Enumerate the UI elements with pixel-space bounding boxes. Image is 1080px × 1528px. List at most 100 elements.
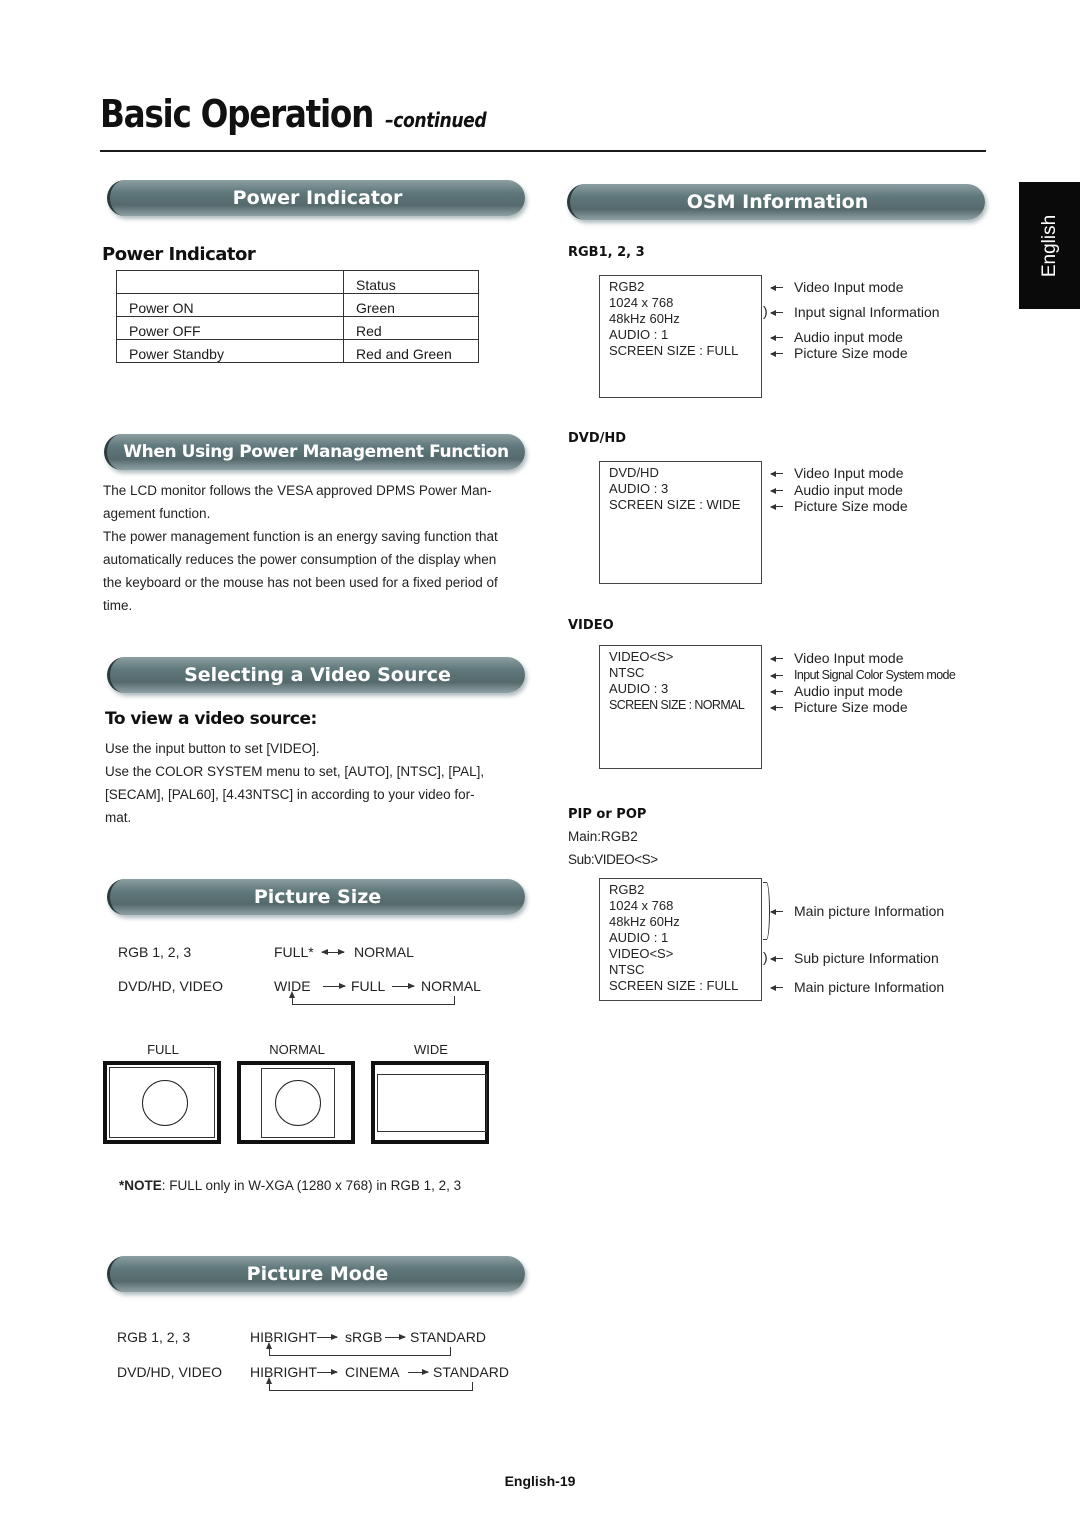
banner-label: When Using Power Management Function <box>123 442 509 462</box>
screen-diagram-full <box>103 1061 221 1144</box>
diagram-label-normal: NORMAL <box>269 1042 325 1057</box>
osm-callout: Main picture Information <box>794 979 945 995</box>
page-title: Basic Operation –continued <box>100 92 487 136</box>
table-cell: Power OFF <box>116 316 344 340</box>
picture-mode-source-label: RGB 1, 2, 3 <box>117 1329 191 1345</box>
paragraph-line: [SECAM], [PAL60], [4.43NTSC] in accordin… <box>105 787 475 802</box>
power-indicator-table: Status Power ON Green Power OFF Red Powe… <box>116 270 479 363</box>
diagram-label-full: FULL <box>147 1042 179 1057</box>
paragraph-line: The LCD monitor follows the VESA approve… <box>103 483 492 498</box>
picture-size-source-label: DVD/HD, VIDEO <box>118 978 224 994</box>
osm-display-box: VIDEO<S> NTSC AUDIO : 3 SCREEN SIZE : NO… <box>599 645 762 769</box>
title-divider <box>100 150 986 152</box>
table-cell: Red <box>343 316 479 340</box>
paragraph-line: the keyboard or the mouse has not been u… <box>103 575 498 590</box>
paragraph-line: The power management function is an ener… <box>103 529 498 544</box>
osm-line: AUDIO : 1 <box>609 930 669 945</box>
osm-callout: Sub picture Information <box>794 950 939 966</box>
cycle-loop-line <box>269 1347 451 1356</box>
osm-callout: Picture Size mode <box>794 345 908 361</box>
paragraph-line: Use the input button to set [VIDEO]. <box>105 741 320 756</box>
cycle-loop-line <box>292 996 455 1005</box>
left-arrow-icon <box>770 284 783 291</box>
circle-shape <box>142 1080 188 1126</box>
up-arrow-icon <box>289 991 295 998</box>
osm-line: NTSC <box>609 962 645 977</box>
osm-display-box: RGB2 1024 x 768 48kHz 60Hz AUDIO : 1 SCR… <box>599 275 762 398</box>
up-arrow-icon <box>266 1342 272 1349</box>
osm-line: RGB2 <box>609 279 645 294</box>
note-text: : FULL only in W-XGA (1280 x 768) in RGB… <box>161 1178 462 1193</box>
left-arrow-icon <box>770 984 783 991</box>
left-arrow-icon <box>770 334 783 341</box>
osm-callout: Video Input mode <box>794 465 904 481</box>
osm-line: AUDIO : 1 <box>609 327 669 342</box>
osm-line: AUDIO : 3 <box>609 481 669 496</box>
table-row: Power OFF Red <box>116 316 479 340</box>
osm-callout: Main picture Information <box>794 903 945 919</box>
brace-icon <box>763 882 770 940</box>
pip-main-source: Main:RGB2 <box>568 829 638 844</box>
osm-section-heading: VIDEO <box>568 618 614 633</box>
left-arrow-icon <box>770 655 783 662</box>
table-cell: Red and Green <box>343 339 479 363</box>
right-arrow-icon <box>385 1334 406 1340</box>
osm-callout: Video Input mode <box>794 650 904 666</box>
table-row: Power Standby Red and Green <box>116 339 479 363</box>
banner-label: Power Indicator <box>232 187 403 209</box>
video-source-subhead: To view a video source: <box>105 709 317 729</box>
left-arrow-icon <box>770 470 783 477</box>
banner-label: Selecting a Video Source <box>184 664 451 686</box>
banner-label: OSM Information <box>686 191 869 213</box>
left-arrow-icon <box>770 672 783 679</box>
osm-line: SCREEN SIZE : FULL <box>609 978 739 993</box>
osm-callout: Audio input mode <box>794 329 903 345</box>
table-cell: Power ON <box>116 293 344 317</box>
osm-callout: Audio input mode <box>794 482 903 498</box>
table-row: Power ON Green <box>116 293 479 317</box>
picture-size-source-label: RGB 1, 2, 3 <box>118 944 192 960</box>
picture-size-mode: FULL <box>351 978 386 994</box>
osm-callout: Picture Size mode <box>794 699 908 715</box>
osm-display-box: RGB2 1024 x 768 48kHz 60Hz AUDIO : 1 VID… <box>599 878 762 1001</box>
osm-callout: Input signal Information <box>794 304 940 320</box>
osm-line: AUDIO : 3 <box>609 681 669 696</box>
osm-display-box: DVD/HD AUDIO : 3 SCREEN SIZE : WIDE <box>599 461 762 584</box>
left-arrow-icon <box>770 350 783 357</box>
paragraph-line: Use the COLOR SYSTEM menu to set, [AUTO]… <box>105 764 485 779</box>
picture-mode-option: CINEMA <box>345 1364 400 1380</box>
osm-line: SCREEN SIZE : FULL <box>609 343 739 358</box>
picture-size-note: *NOTE: FULL only in W-XGA (1280 x 768) i… <box>119 1178 461 1193</box>
language-tab: English <box>1019 182 1080 309</box>
picture-mode-option: STANDARD <box>410 1329 486 1345</box>
osm-line: VIDEO<S> <box>609 649 674 664</box>
table-header-cell <box>116 270 344 294</box>
note-label: *NOTE <box>119 1178 162 1193</box>
picture-mode-banner: Picture Mode <box>107 1256 525 1292</box>
picture-area <box>377 1074 487 1132</box>
up-arrow-icon <box>266 1377 272 1384</box>
osm-line: 1024 x 768 <box>609 295 674 310</box>
right-arrow-icon <box>408 1369 429 1375</box>
page-number: English-19 <box>504 1473 576 1489</box>
osm-line: RGB2 <box>609 882 645 897</box>
right-arrow-icon <box>392 983 415 989</box>
circle-shape <box>275 1080 321 1126</box>
title-suffix: –continued <box>385 108 487 132</box>
left-arrow-icon <box>770 309 783 316</box>
paragraph-line: mat. <box>105 810 132 825</box>
screen-diagram-normal <box>237 1061 355 1144</box>
osm-callout: Input Signal Color System mode <box>794 668 956 682</box>
video-source-text: Use the input button to set [VIDEO]. Use… <box>105 737 525 829</box>
banner-label: Picture Mode <box>246 1263 389 1285</box>
picture-mode-option: HIBRIGHT <box>250 1329 317 1345</box>
table-header-cell: Status <box>343 270 479 294</box>
osm-section-heading: PIP or POP <box>568 807 647 822</box>
osm-line: 1024 x 768 <box>609 898 674 913</box>
title-text: Basic Operation <box>100 92 374 136</box>
paragraph-line: automatically reduces the power consumpt… <box>103 552 497 567</box>
left-arrow-icon <box>770 955 783 962</box>
pip-sub-source: Sub:VIDEO<S> <box>568 852 658 867</box>
power-indicator-subhead: Power Indicator <box>102 244 256 265</box>
picture-size-mode: NORMAL <box>421 978 481 994</box>
